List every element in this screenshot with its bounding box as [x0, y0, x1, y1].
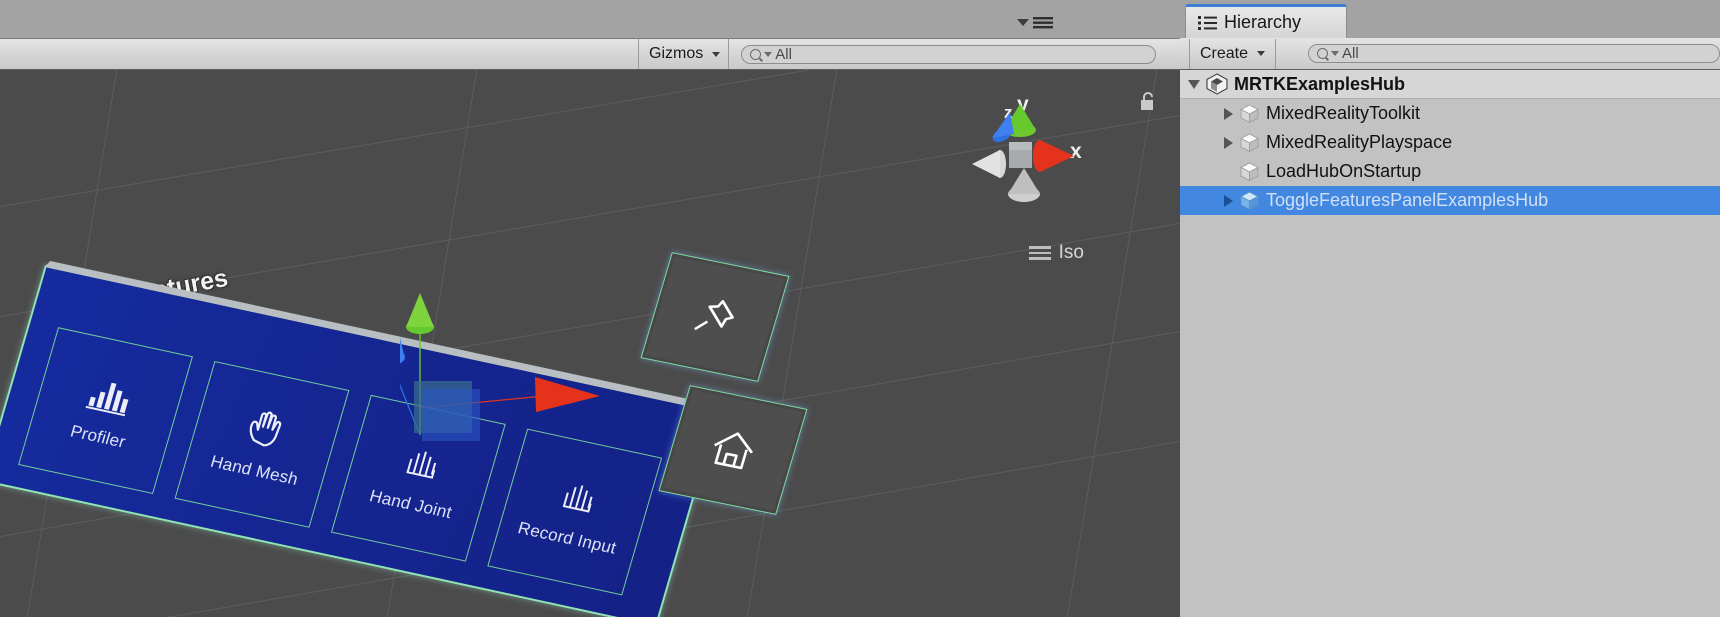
hierarchy-tab-strip: Hierarchy — [1180, 0, 1720, 38]
chevron-right-icon[interactable] — [1224, 136, 1233, 149]
scene-toolbar: Gizmos All — [0, 38, 1180, 70]
scene-tab-strip — [0, 0, 1180, 38]
unity-scene-icon — [1206, 73, 1228, 95]
scene-orientation-gizmo[interactable]: z y x — [962, 90, 1102, 250]
chevron-down-icon — [764, 51, 773, 57]
hierarchy-row-togglefeaturespanelexampleshub[interactable]: ToggleFeaturesPanelExamplesHub — [1180, 186, 1720, 215]
hierarchy-row-loadhubonstartup[interactable]: LoadHubOnStartup — [1180, 157, 1720, 186]
gameobject-cube-icon — [1240, 133, 1259, 153]
hierarchy-search-input[interactable]: All — [1308, 44, 1720, 63]
create-dropdown[interactable]: Create — [1189, 38, 1277, 69]
chevron-down-icon — [1331, 51, 1340, 56]
feature-button-record-input[interactable]: Record Input — [487, 428, 663, 596]
options-menu-icon[interactable] — [1015, 14, 1055, 30]
hierarchy-row-label: MixedRealityPlayspace — [1266, 132, 1453, 152]
chevron-down-icon — [712, 51, 721, 57]
feature-button-hand-joint[interactable]: Hand Joint — [330, 394, 506, 562]
hand-icon — [249, 411, 282, 446]
hierarchy-row-label: MixedRealityToolkit — [1266, 103, 1421, 123]
hierarchy-tree[interactable]: MRTKExamplesHub MixedRealityToolkit Mixe… — [1180, 70, 1720, 617]
feature-button-hand-mesh[interactable]: Hand Mesh — [174, 360, 350, 528]
feature-button-label: Hand Mesh — [208, 451, 301, 489]
feature-button-label: Hand Joint — [367, 485, 455, 522]
menu-lines-icon — [1028, 246, 1051, 260]
tab-hierarchy-label: Hierarchy — [1224, 12, 1302, 32]
scene-search-placeholder: All — [775, 45, 792, 63]
hand-record-icon — [562, 484, 593, 513]
hierarchy-list-icon — [1198, 15, 1217, 30]
bar-chart-icon — [85, 382, 129, 416]
gizmos-dropdown[interactable]: Gizmos — [638, 39, 730, 69]
hierarchy-row-mixedrealityplayspace[interactable]: MixedRealityPlayspace — [1180, 128, 1720, 157]
scene-view-panel: Gizmos All Toggle Features — [0, 0, 1180, 617]
tab-hierarchy[interactable]: Hierarchy — [1185, 4, 1347, 38]
chevron-down-icon — [1257, 51, 1266, 56]
prefab-cube-icon — [1240, 191, 1259, 211]
hierarchy-row-label: ToggleFeaturesPanelExamplesHub — [1266, 190, 1549, 210]
hierarchy-row-scene[interactable]: MRTKExamplesHub — [1180, 70, 1720, 99]
gizmo-axis-x-label: x — [1070, 140, 1082, 163]
home-icon — [714, 432, 754, 470]
gizmos-label: Gizmos — [649, 45, 704, 62]
feature-button-label: Record Input — [515, 517, 619, 558]
unlocked-padlock-icon[interactable] — [1138, 91, 1158, 113]
gameobject-cube-icon — [1240, 104, 1259, 124]
gizmo-projection-label: Iso — [1058, 242, 1084, 263]
feature-button-profiler[interactable]: Profiler — [18, 327, 193, 494]
search-icon — [1317, 48, 1329, 59]
scene-search-input[interactable]: All — [741, 44, 1157, 64]
search-icon — [750, 48, 762, 60]
scene-viewport[interactable]: Toggle Features Profiler Hand — [0, 70, 1180, 617]
chevron-right-icon[interactable] — [1224, 107, 1233, 120]
pin-icon — [694, 299, 734, 331]
hierarchy-search-placeholder: All — [1342, 45, 1359, 62]
hierarchy-row-mixedrealitytoolkit[interactable]: MixedRealityToolkit — [1180, 99, 1720, 128]
hand-joint-icon — [406, 451, 437, 479]
create-label: Create — [1200, 44, 1249, 62]
hierarchy-toolbar: Create All — [1180, 38, 1720, 70]
hierarchy-row-label: LoadHubOnStartup — [1266, 161, 1422, 181]
gameobject-cube-icon — [1240, 162, 1259, 182]
feature-button-label: Profiler — [68, 421, 128, 452]
hierarchy-panel: Hierarchy Create All MRTKExamplesHub Mix… — [1180, 0, 1720, 617]
chevron-right-icon[interactable] — [1224, 194, 1233, 207]
chevron-down-icon[interactable] — [1188, 79, 1200, 89]
gizmo-projection-toggle[interactable]: Iso — [1028, 242, 1084, 264]
hierarchy-row-label: MRTKExamplesHub — [1234, 73, 1406, 94]
